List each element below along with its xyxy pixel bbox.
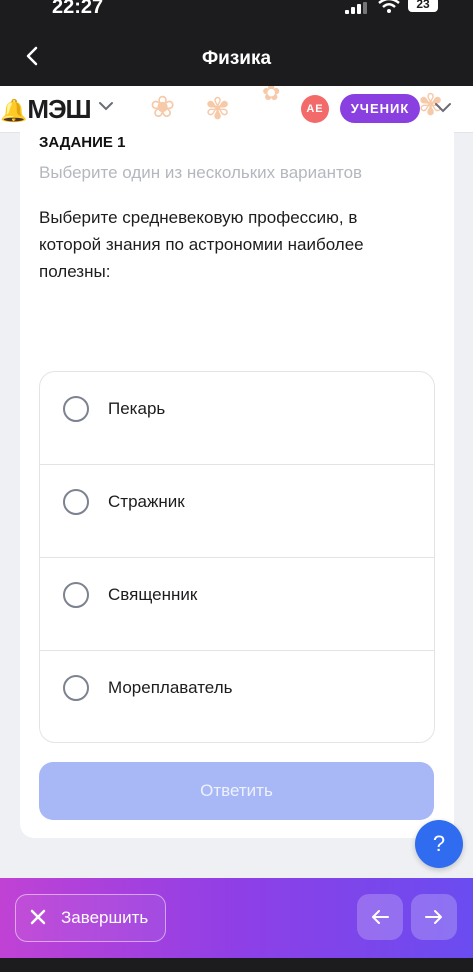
logo-text: МЭШ [27, 94, 91, 124]
bell-icon: 🔔 [0, 98, 27, 123]
finish-button[interactable]: Завершить [15, 894, 166, 942]
question-text: Выберите средневековую профессию, в кото… [39, 208, 364, 281]
submit-answer-button[interactable]: Ответить [39, 762, 434, 820]
avatar[interactable]: АЕ [301, 95, 329, 123]
chevron-down-icon[interactable] [434, 100, 452, 116]
previous-button[interactable] [357, 894, 403, 940]
leaf-decoration-icon: ✿ [262, 86, 281, 105]
bottom-bar: Завершить [0, 878, 473, 958]
answer-option[interactable]: Пекарь [40, 372, 434, 465]
option-label: Мореплаватель [108, 678, 233, 697]
maple-leaf-decoration-icon: ✾ [205, 93, 231, 126]
home-indicator-area [0, 958, 473, 972]
task-card: ЗАДАНИЕ 1 Выберите один из нескольких ва… [20, 132, 454, 838]
radio-button[interactable] [63, 675, 89, 701]
next-button[interactable] [411, 894, 457, 940]
nav-bar: Физика [0, 28, 473, 86]
status-bar: 22:27 23 [0, 0, 473, 28]
role-badge[interactable]: УЧЕНИК [340, 94, 420, 123]
answer-option[interactable]: Стражник [40, 465, 434, 558]
option-label: Пекарь [108, 399, 166, 418]
answer-option[interactable]: Мореплаватель [40, 651, 434, 742]
autumn-leaf-decoration-icon: ❀ [150, 91, 176, 124]
option-label: Стражник [108, 492, 185, 511]
chevron-down-icon[interactable] [98, 98, 114, 114]
app-header: ❀ ✾ ✿ ✾ 🔔МЭШ АЕ УЧЕНИК [0, 86, 473, 133]
wifi-icon [378, 0, 400, 13]
finish-label: Завершить [61, 908, 149, 927]
answer-option[interactable]: Священник [40, 558, 434, 651]
answer-options: Пекарь Стражник Священник Мореплаватель [39, 371, 435, 743]
close-icon [30, 909, 46, 925]
mesh-logo[interactable]: 🔔МЭШ [0, 94, 92, 125]
arrow-left-icon [372, 910, 389, 924]
radio-button[interactable] [63, 582, 89, 608]
status-time: 22:27 [52, 0, 104, 18]
radio-button[interactable] [63, 489, 89, 515]
task-number: ЗАДАНИЕ 1 [39, 134, 126, 151]
battery-indicator: 23 [408, 0, 438, 12]
page-title: Физика [201, 48, 272, 69]
help-button[interactable]: ? [415, 820, 463, 868]
task-instruction: Выберите один из нескольких вариантов [39, 163, 363, 182]
radio-button[interactable] [63, 396, 89, 422]
arrow-right-icon [425, 910, 442, 924]
option-label: Священник [108, 585, 198, 604]
cellular-signal-icon [345, 2, 369, 14]
